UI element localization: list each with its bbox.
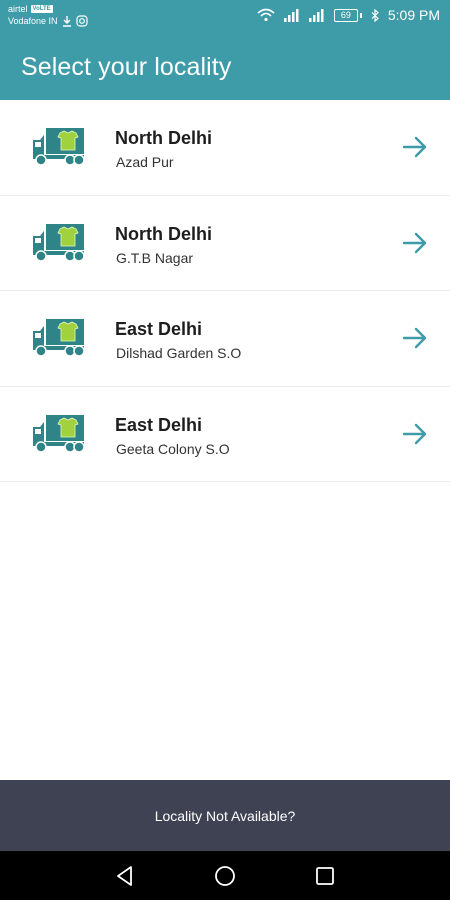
download-icon xyxy=(62,16,71,27)
locality-city: East Delhi xyxy=(115,319,203,339)
arrow-right-icon[interactable] xyxy=(402,232,428,254)
recents-icon[interactable] xyxy=(313,864,337,888)
locality-city: East Delhi xyxy=(115,414,203,435)
carrier1-label: airtel xyxy=(8,4,28,14)
status-icons: 69 5:09 PM xyxy=(257,7,440,23)
back-icon[interactable] xyxy=(113,864,137,888)
wifi-icon xyxy=(257,8,275,22)
signal-icon-2 xyxy=(308,8,324,22)
system-nav-bar xyxy=(0,851,450,900)
delivery-truck-icon xyxy=(33,414,85,453)
locality-list: North Delhi Azad Pur North Delhi G.T.B N… xyxy=(0,100,450,482)
carrier-info: airtel VoLTE Vodafone IN xyxy=(8,3,88,27)
locality-city: North Delhi xyxy=(115,128,212,148)
home-icon[interactable] xyxy=(213,864,237,888)
status-time: 5:09 PM xyxy=(387,7,440,23)
locality-not-available-button[interactable]: Locality Not Available? xyxy=(0,780,450,851)
carrier2-label: Vodafone IN xyxy=(8,16,58,26)
volte-badge: VoLTE xyxy=(30,5,53,13)
locality-not-available-label: Locality Not Available? xyxy=(154,808,296,824)
locality-item[interactable]: North Delhi G.T.B Nagar xyxy=(0,195,450,291)
app-header: Select your locality xyxy=(0,34,450,100)
locality-area: Dilshad Garden S.O xyxy=(116,345,242,361)
arrow-right-icon[interactable] xyxy=(402,423,428,445)
locality-city: North Delhi xyxy=(115,223,212,244)
signal-icon-1 xyxy=(283,8,299,22)
instagram-icon xyxy=(75,15,88,27)
delivery-truck-icon xyxy=(33,128,85,166)
locality-area: G.T.B Nagar xyxy=(116,249,194,266)
delivery-truck-icon xyxy=(33,319,85,357)
battery-indicator: 69 xyxy=(333,8,362,22)
locality-item[interactable]: North Delhi Azad Pur xyxy=(0,100,450,196)
arrow-right-icon[interactable] xyxy=(402,327,428,349)
battery-level: 69 xyxy=(340,9,351,20)
delivery-truck-icon xyxy=(33,223,85,262)
locality-area: Azad Pur xyxy=(116,154,174,170)
locality-item[interactable]: East Delhi Dilshad Garden S.O xyxy=(0,291,450,387)
locality-area: Geeta Colony S.O xyxy=(116,440,230,457)
bluetooth-icon xyxy=(371,8,379,22)
status-bar: airtel VoLTE Vodafone IN 69 5:09 PM xyxy=(0,0,450,34)
locality-item[interactable]: East Delhi Geeta Colony S.O xyxy=(0,386,450,482)
arrow-right-icon[interactable] xyxy=(402,136,428,158)
page-title: Select your locality xyxy=(21,53,232,81)
